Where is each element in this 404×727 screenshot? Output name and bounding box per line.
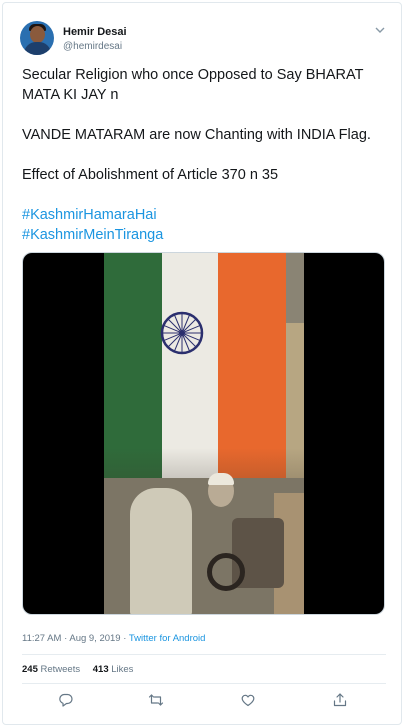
tweet-line: VANDE MATARAM are now Chanting with INDI… bbox=[22, 127, 371, 143]
video-frame bbox=[104, 253, 304, 614]
tweet-card: Hemir Desai @hemirdesai Secular Religion… bbox=[2, 2, 402, 725]
likes-count: 413 bbox=[92, 664, 109, 675]
likes-stat[interactable]: 413 Likes bbox=[93, 664, 134, 675]
avatar-face bbox=[30, 26, 45, 43]
person-figure bbox=[130, 488, 192, 614]
tweet-timestamp: 11:27 AM · Aug 9, 2019 · Twitter for And… bbox=[22, 633, 205, 644]
retweets-stat[interactable]: 245 Retweets bbox=[22, 664, 80, 675]
reply-icon[interactable] bbox=[58, 692, 76, 710]
heart-icon[interactable] bbox=[240, 692, 258, 710]
tweet-text: Secular Religion who once Opposed to Say… bbox=[22, 65, 392, 245]
timestamp-text[interactable]: 11:27 AM · Aug 9, 2019 · bbox=[22, 633, 129, 644]
tweet-actions bbox=[58, 692, 358, 710]
wheel bbox=[207, 553, 245, 591]
tweet-line: Secular Religion who once Opposed to Say… bbox=[22, 67, 364, 103]
tweet-header: Hemir Desai @hemirdesai bbox=[20, 21, 387, 59]
chevron-down-icon[interactable] bbox=[373, 23, 387, 37]
author-handle[interactable]: @hemirdesai bbox=[63, 41, 122, 52]
retweet-icon[interactable] bbox=[148, 692, 166, 710]
author-name[interactable]: Hemir Desai bbox=[63, 26, 127, 38]
ashoka-chakra-icon bbox=[160, 311, 204, 355]
likes-label: Likes bbox=[111, 664, 134, 675]
hashtag-link[interactable]: #KashmirHamaraHai bbox=[22, 205, 392, 225]
source-link[interactable]: Twitter for Android bbox=[129, 633, 206, 644]
retweets-label: Retweets bbox=[40, 664, 81, 675]
avatar-body bbox=[24, 42, 51, 55]
divider bbox=[22, 683, 386, 684]
tweet-stats: 245 Retweets 413 Likes bbox=[22, 664, 133, 675]
hashtag-link[interactable]: #KashmirMeinTiranga bbox=[22, 225, 392, 245]
divider bbox=[22, 654, 386, 655]
person-cap bbox=[208, 473, 234, 485]
tweet-line: Effect of Abolishment of Article 370 n 3… bbox=[22, 167, 279, 183]
retweets-count: 245 bbox=[22, 664, 38, 675]
share-icon[interactable] bbox=[332, 692, 350, 710]
avatar[interactable] bbox=[20, 21, 54, 55]
video-media[interactable] bbox=[22, 252, 385, 615]
